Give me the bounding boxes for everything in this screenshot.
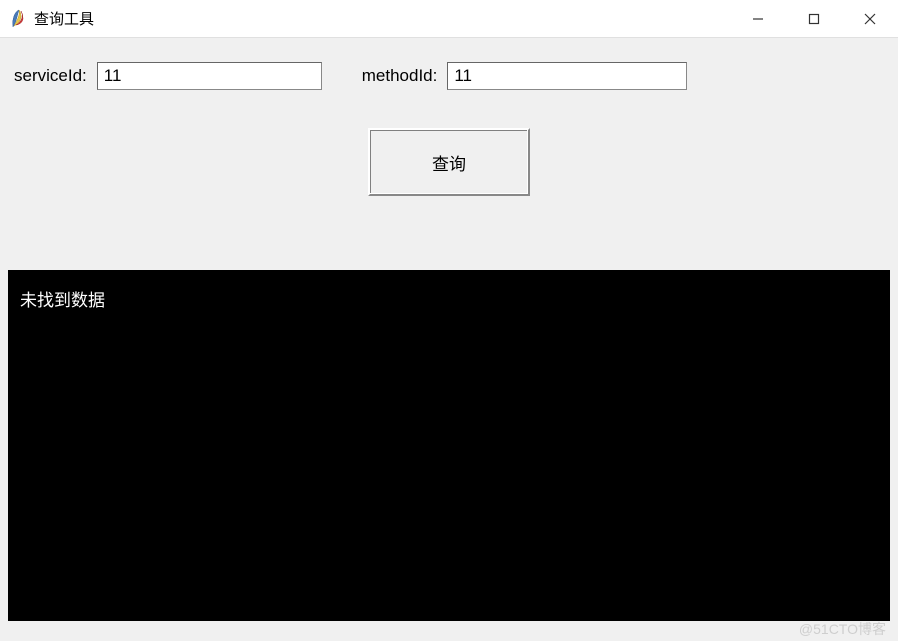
query-button[interactable]: 查询	[368, 128, 530, 196]
button-area: 查询	[0, 128, 898, 196]
close-button[interactable]	[842, 0, 898, 37]
window-title: 查询工具	[34, 8, 94, 29]
titlebar-left: 查询工具	[0, 7, 94, 31]
watermark: @51CTO博客	[799, 619, 886, 639]
result-output: 未找到数据	[8, 270, 890, 621]
service-id-group: serviceId:	[14, 62, 322, 90]
method-id-label: methodId:	[362, 66, 438, 86]
maximize-button[interactable]	[786, 0, 842, 37]
titlebar: 查询工具	[0, 0, 898, 38]
method-id-input[interactable]	[447, 62, 687, 90]
method-id-group: methodId:	[362, 62, 688, 90]
result-message: 未找到数据	[20, 291, 105, 310]
window-controls	[730, 0, 898, 37]
service-id-label: serviceId:	[14, 66, 87, 86]
app-icon	[8, 7, 28, 31]
form-area: serviceId: methodId:	[0, 38, 898, 90]
service-id-input[interactable]	[97, 62, 322, 90]
minimize-button[interactable]	[730, 0, 786, 37]
